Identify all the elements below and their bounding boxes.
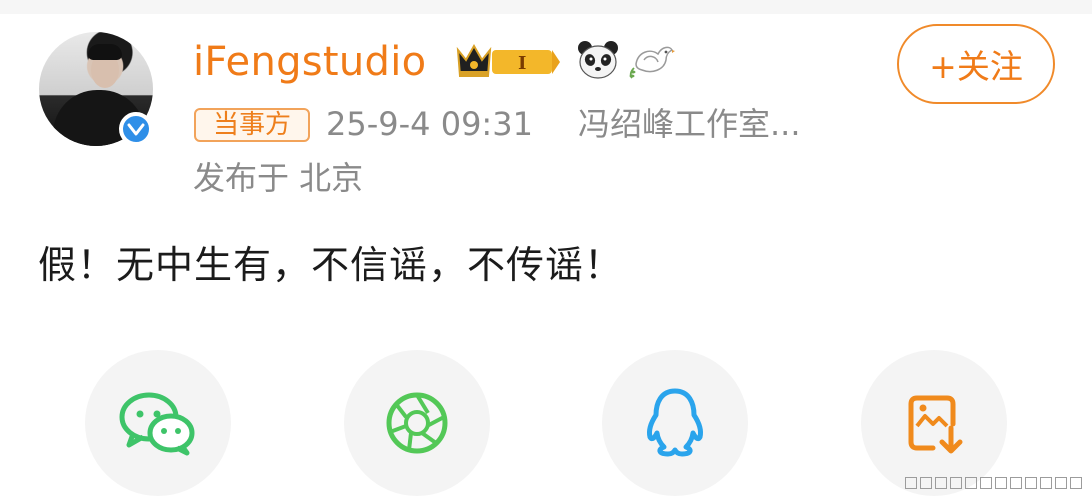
avatar-hair [88,44,122,60]
share-moments-button[interactable] [344,350,490,496]
username[interactable]: iFengstudio [193,36,426,88]
share-save-image-button[interactable] [861,350,1007,496]
party-tag: 当事方 [194,108,310,142]
user-badges: I [452,38,676,82]
qq-icon [647,388,703,457]
dove-icon[interactable] [628,38,676,82]
wechat-icon [119,392,195,456]
moments-icon [386,392,448,454]
panda-icon[interactable] [576,38,620,82]
share-qq-button[interactable] [602,350,748,496]
crown-badge-icon[interactable]: I [452,40,562,80]
crown-level-text: I [518,53,526,74]
post-source[interactable]: 冯绍峰工作室... [578,102,801,146]
verified-icon [119,112,153,146]
watermark-icon [902,477,1082,489]
weibo-post-card: iFengstudio I +关注 当事方 25-9-4 09:31 冯绍峰工作… [0,0,1092,497]
post-location: 发布于 北京 [193,159,364,197]
post-content[interactable]: 假！无中生有，不信谣，不传谣！ [38,238,623,292]
share-wechat-button[interactable] [85,350,231,496]
author-avatar[interactable] [39,32,153,146]
follow-button[interactable]: +关注 [897,24,1055,104]
top-divider [0,0,1092,14]
save-image-icon [908,395,963,454]
post-timestamp: 25-9-4 09:31 [326,105,533,143]
